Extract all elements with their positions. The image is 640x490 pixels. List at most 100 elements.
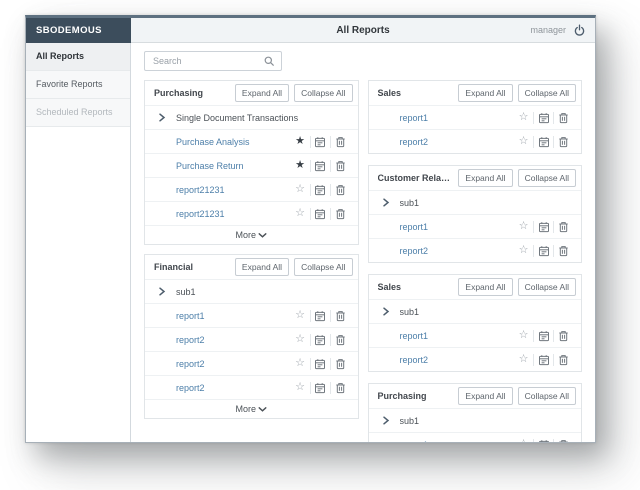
favorite-star-icon[interactable]: ☆ — [291, 358, 310, 369]
search-input[interactable] — [151, 55, 264, 67]
collapse-all-button[interactable]: Collapse All — [518, 387, 576, 405]
report-link[interactable]: report2 — [400, 355, 515, 365]
favorite-star-icon[interactable]: ☆ — [514, 439, 533, 442]
report-row: report2☆ — [145, 375, 358, 399]
report-link[interactable]: report1 — [400, 113, 515, 123]
report-link[interactable]: report2 — [176, 359, 291, 369]
calendar-icon[interactable] — [311, 184, 330, 196]
report-link[interactable]: Purchase Return — [176, 161, 291, 171]
group-row[interactable]: sub1 — [369, 408, 582, 432]
report-category-panel: SalesExpand AllCollapse Allsub1report1☆r… — [368, 274, 583, 372]
sidebar-item-scheduled-reports[interactable]: Scheduled Reports — [26, 99, 130, 127]
trash-icon[interactable] — [554, 354, 573, 366]
favorite-star-icon[interactable]: ☆ — [291, 184, 310, 195]
favorite-star-icon[interactable]: ☆ — [514, 330, 533, 341]
favorite-star-icon[interactable]: ☆ — [514, 112, 533, 123]
calendar-icon[interactable] — [534, 112, 553, 124]
expand-all-button[interactable]: Expand All — [235, 84, 289, 102]
report-link[interactable]: report1 — [400, 440, 515, 443]
favorite-star-icon[interactable]: ☆ — [514, 136, 533, 147]
more-link[interactable]: More — [145, 399, 358, 418]
favorite-star-icon[interactable]: ☆ — [291, 310, 310, 321]
sidebar-item-favorite-reports[interactable]: Favorite Reports — [26, 71, 130, 99]
trash-icon[interactable] — [331, 382, 350, 394]
row-actions: ☆ — [514, 439, 573, 443]
expand-all-button[interactable]: Expand All — [458, 169, 512, 187]
group-row[interactable]: sub1 — [145, 279, 358, 303]
trash-icon[interactable] — [554, 439, 573, 443]
trash-icon[interactable] — [331, 310, 350, 322]
calendar-icon[interactable] — [534, 439, 553, 443]
report-link[interactable]: report2 — [400, 137, 515, 147]
collapse-all-button[interactable]: Collapse All — [518, 84, 576, 102]
calendar-icon[interactable] — [534, 221, 553, 233]
report-link[interactable]: report21231 — [176, 185, 291, 195]
favorite-star-icon[interactable]: ☆ — [291, 208, 310, 219]
main-content: Purchasing Expand All Collapse All Single D… — [131, 43, 595, 442]
favorite-star-icon[interactable]: ☆ — [514, 354, 533, 365]
calendar-icon[interactable] — [311, 334, 330, 346]
trash-icon[interactable] — [554, 330, 573, 342]
collapse-all-button[interactable]: Collapse All — [294, 84, 352, 102]
trash-icon[interactable] — [331, 136, 350, 148]
topbar: All Reports manager — [131, 18, 595, 43]
collapse-all-button[interactable]: Collapse All — [294, 258, 352, 276]
favorite-star-icon[interactable]: ☆ — [514, 221, 533, 232]
calendar-icon[interactable] — [534, 330, 553, 342]
report-link[interactable]: report21231 — [176, 209, 291, 219]
calendar-icon[interactable] — [311, 382, 330, 394]
group-label: sub1 — [400, 307, 420, 317]
group-row[interactable]: sub1 — [369, 299, 582, 323]
collapse-all-button[interactable]: Collapse All — [518, 169, 576, 187]
search-icon — [264, 56, 275, 67]
sidebar-item-all-reports[interactable]: All Reports — [26, 43, 130, 71]
expand-all-button[interactable]: Expand All — [458, 84, 512, 102]
chevron-down-icon — [258, 232, 267, 239]
report-link[interactable]: Purchase Analysis — [176, 137, 291, 147]
report-link[interactable]: report1 — [176, 311, 291, 321]
trash-icon[interactable] — [331, 208, 350, 220]
chevron-right-icon — [382, 198, 390, 207]
calendar-icon[interactable] — [311, 136, 330, 148]
group-row[interactable]: sub1 — [369, 190, 582, 214]
report-link[interactable]: report2 — [176, 383, 291, 393]
group-row[interactable]: Single Document Transactions — [145, 105, 358, 129]
trash-icon[interactable] — [331, 334, 350, 346]
trash-icon[interactable] — [554, 221, 573, 233]
trash-icon[interactable] — [554, 245, 573, 257]
expand-all-button[interactable]: Expand All — [458, 387, 512, 405]
report-link[interactable]: report1 — [400, 331, 515, 341]
favorite-star-icon[interactable]: ★ — [291, 160, 310, 171]
calendar-icon[interactable] — [534, 245, 553, 257]
trash-icon[interactable] — [331, 184, 350, 196]
username-label: manager — [530, 25, 566, 35]
favorite-star-icon[interactable]: ☆ — [291, 334, 310, 345]
panel-header: Customer Relationship ManagmentExpand Al… — [369, 166, 582, 190]
calendar-icon[interactable] — [311, 310, 330, 322]
favorite-star-icon[interactable]: ☆ — [514, 245, 533, 256]
report-link[interactable]: report1 — [400, 222, 515, 232]
report-link[interactable]: report2 — [400, 246, 515, 256]
expand-all-button[interactable]: Expand All — [458, 278, 512, 296]
favorite-star-icon[interactable]: ★ — [291, 136, 310, 147]
calendar-icon[interactable] — [311, 160, 330, 172]
panel-title: Purchasing — [154, 88, 230, 98]
favorite-star-icon[interactable]: ☆ — [291, 382, 310, 393]
row-actions: ★ — [291, 136, 350, 148]
trash-icon[interactable] — [554, 112, 573, 124]
trash-icon[interactable] — [554, 136, 573, 148]
chevron-right-icon — [158, 113, 166, 122]
calendar-icon[interactable] — [534, 136, 553, 148]
expand-all-button[interactable]: Expand All — [235, 258, 289, 276]
collapse-all-button[interactable]: Collapse All — [518, 278, 576, 296]
trash-icon[interactable] — [331, 160, 350, 172]
report-link[interactable]: report2 — [176, 335, 291, 345]
calendar-icon[interactable] — [311, 358, 330, 370]
power-icon[interactable] — [573, 24, 586, 37]
calendar-icon[interactable] — [311, 208, 330, 220]
row-actions: ☆ — [514, 245, 573, 257]
trash-icon[interactable] — [331, 358, 350, 370]
calendar-icon[interactable] — [534, 354, 553, 366]
more-link[interactable]: More — [145, 225, 358, 244]
panel-title: Sales — [378, 282, 454, 292]
